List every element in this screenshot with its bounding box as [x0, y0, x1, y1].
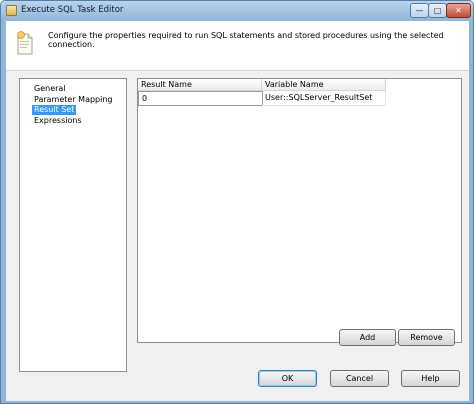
close-button[interactable]: ✕ — [446, 3, 471, 18]
cancel-button[interactable]: Cancel — [330, 370, 389, 387]
nav-item-expressions[interactable]: Expressions — [32, 116, 84, 126]
script-document-icon — [17, 31, 33, 55]
nav-item-parameter-mapping[interactable]: Parameter Mapping — [32, 95, 115, 105]
column-header-variable-name[interactable]: Variable Name — [262, 79, 386, 91]
execute-sql-task-editor-window: Execute SQL Task Editor — □ ✕ Configure … — [0, 0, 474, 404]
navigation-list[interactable]: General Parameter Mapping Result Set Exp… — [19, 78, 127, 372]
task-editor-icon — [6, 5, 17, 16]
maximize-icon: □ — [433, 5, 442, 15]
add-button[interactable]: Add — [339, 329, 396, 346]
dialog-header: Configure the properties required to run… — [6, 21, 469, 71]
remove-button[interactable]: Remove — [398, 329, 455, 346]
close-icon: ✕ — [455, 5, 462, 15]
result-set-grid[interactable]: Result Name Variable Name 0 User::SQLSer… — [137, 78, 462, 343]
column-header-result-name[interactable]: Result Name — [138, 79, 262, 91]
ok-button[interactable]: OK — [258, 370, 317, 387]
nav-item-general[interactable]: General — [32, 84, 68, 94]
window-title: Execute SQL Task Editor — [21, 5, 124, 15]
result-name-cell[interactable]: 0 — [138, 91, 263, 106]
nav-item-result-set[interactable]: Result Set — [32, 105, 77, 115]
title-bar[interactable]: Execute SQL Task Editor — □ ✕ — [1, 1, 473, 21]
header-description: Configure the properties required to run… — [48, 31, 444, 49]
help-button[interactable]: Help — [401, 370, 460, 387]
dialog-client-area: Configure the properties required to run… — [6, 21, 469, 401]
maximize-button[interactable]: □ — [428, 3, 447, 18]
minimize-icon: — — [415, 5, 424, 15]
variable-name-cell[interactable]: User::SQLServer_ResultSet — [262, 91, 386, 106]
minimize-button[interactable]: — — [410, 3, 429, 18]
